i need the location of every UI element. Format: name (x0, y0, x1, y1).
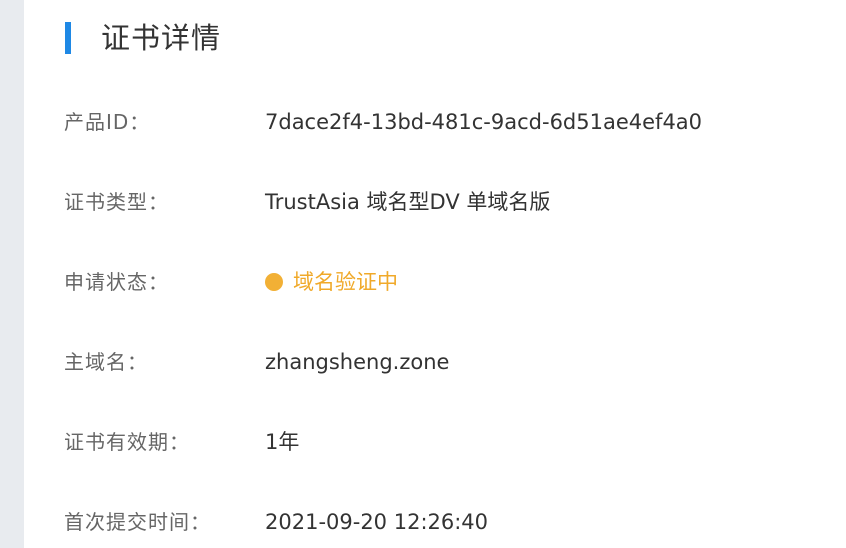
validity-label: 证书有效期： (64, 430, 190, 454)
submit-time-value: 2021-09-20 12:26:40 (265, 510, 489, 534)
main-domain-label: 主域名： (64, 350, 148, 374)
section-accent-bar (65, 22, 71, 54)
detail-row-status: 申请状态： 域名验证中 (24, 262, 846, 302)
submit-time-label: 首次提交时间： (64, 510, 211, 534)
status-dot-icon (265, 273, 283, 291)
product-id-label: 产品ID： (64, 110, 151, 134)
section-title: 证书详情 (101, 21, 222, 55)
main-domain-value: zhangsheng.zone (265, 350, 450, 374)
cert-type-label: 证书类型： (64, 190, 169, 214)
detail-row-main-domain: 主域名： zhangsheng.zone (24, 342, 846, 382)
certificate-detail-panel: 证书详情 产品ID： 7dace2f4-13bd-481c-9acd-6d51a… (24, 0, 846, 548)
detail-row-validity: 证书有效期： 1年 (24, 422, 846, 462)
validity-value: 1年 (265, 430, 300, 454)
status-value: 域名验证中 (293, 270, 398, 294)
section-header: 证书详情 (65, 20, 221, 56)
cert-type-value: TrustAsia 域名型DV 单域名版 (265, 190, 551, 214)
status-label: 申请状态： (64, 270, 169, 294)
detail-row-submit-time: 首次提交时间： 2021-09-20 12:26:40 (24, 502, 846, 542)
product-id-value: 7dace2f4-13bd-481c-9acd-6d51ae4ef4a0 (265, 110, 703, 134)
detail-row-cert-type: 证书类型： TrustAsia 域名型DV 单域名版 (24, 182, 846, 222)
detail-row-product-id: 产品ID： 7dace2f4-13bd-481c-9acd-6d51ae4ef4… (24, 102, 846, 142)
status-badge: 域名验证中 (265, 262, 398, 302)
